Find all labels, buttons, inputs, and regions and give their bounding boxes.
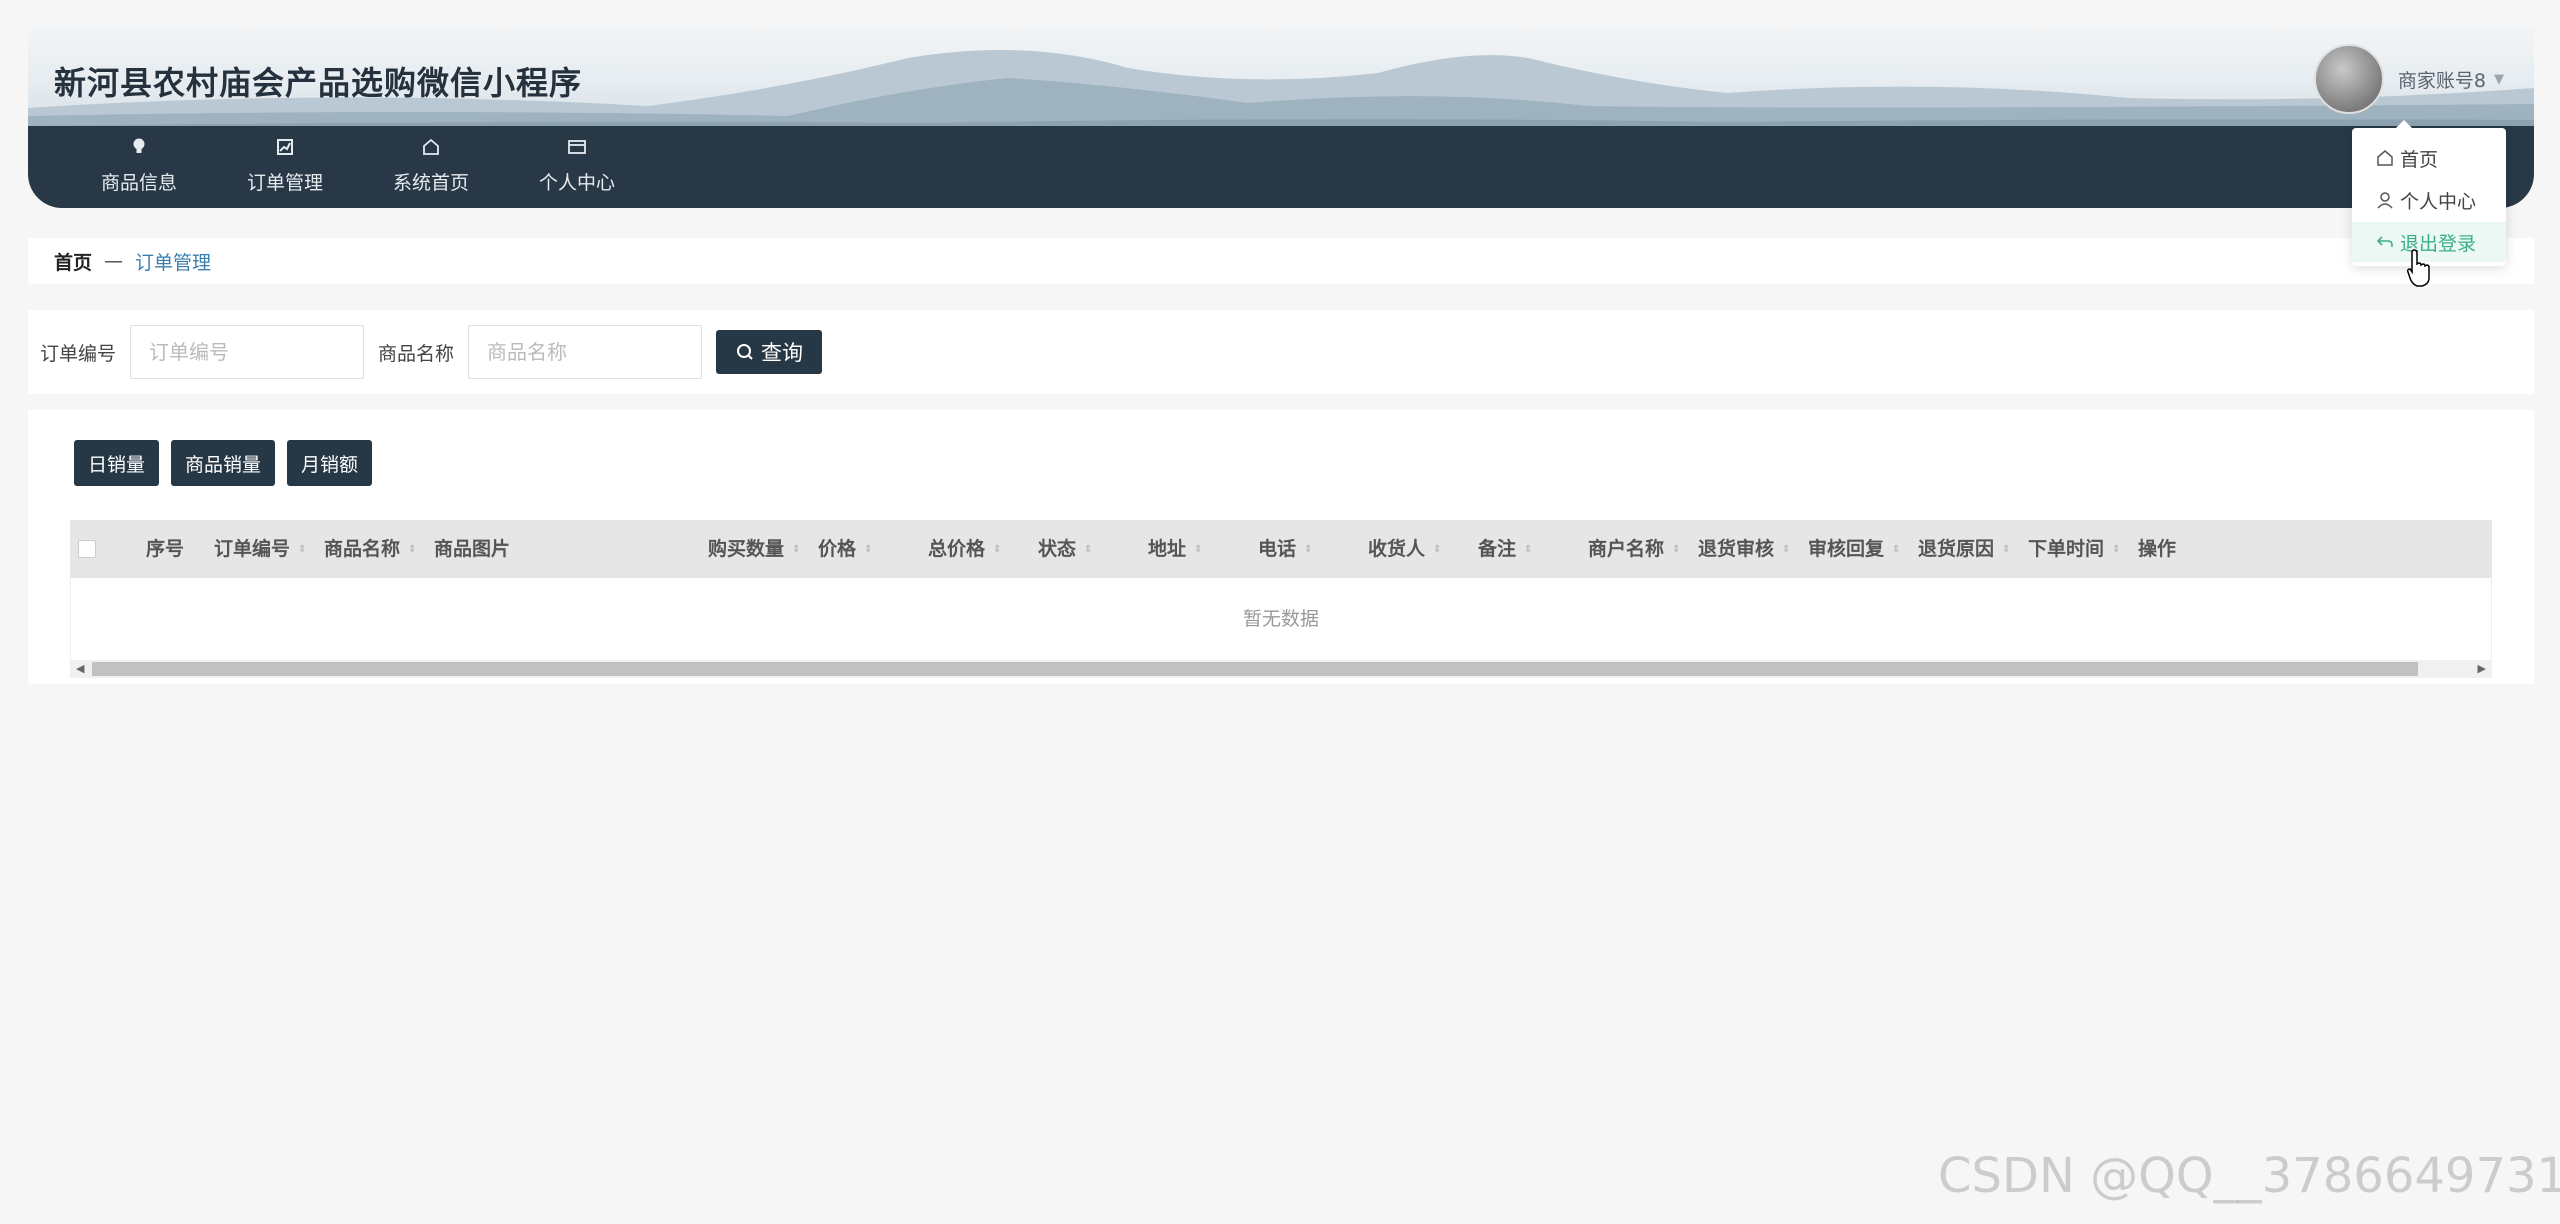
daily-sales-button[interactable]: 日销量 xyxy=(74,440,160,486)
caret-down-icon[interactable]: ▼ xyxy=(2494,72,2504,87)
sort-icon: ⇕ xyxy=(864,543,873,555)
nav-item-product-info[interactable]: 商品信息 xyxy=(66,126,212,208)
sort-icon: ⇕ xyxy=(1782,543,1791,555)
breadcrumb: 首页 — 订单管理 xyxy=(28,238,2534,284)
sort-icon: ⇕ xyxy=(2002,543,2011,555)
user-icon xyxy=(2377,192,2393,209)
username[interactable]: 商家账号8 xyxy=(2398,66,2486,93)
column-header[interactable]: 状态 ⇕ xyxy=(1038,520,1092,578)
sort-icon: ⇕ xyxy=(1304,543,1313,555)
column-header[interactable]: 总价格 ⇕ xyxy=(928,520,1001,578)
column-header: 操作 xyxy=(2138,538,2177,560)
scrollbar-thumb[interactable] xyxy=(92,662,2418,676)
product-sales-button[interactable]: 商品销量 xyxy=(171,440,276,486)
user-dropdown-menu: 首页 个人中心 退出登录 xyxy=(2352,120,2506,266)
sort-icon: ⇕ xyxy=(1892,543,1901,555)
table-header: 序号 订单编号 ⇕ 商品名称 ⇕ 商品图片 购买数量 ⇕ 价格 ⇕ 总价格 ⇕ 状态 ⇕ 地… xyxy=(70,520,2492,578)
hand-cursor-icon xyxy=(2407,249,2430,287)
watermark: CSDN @QQ__3786649731 xyxy=(1938,1148,2560,1204)
column-header[interactable]: 退货审核 ⇕ xyxy=(1698,520,1790,578)
breadcrumb-current: 订单管理 xyxy=(135,251,212,274)
sort-icon: ⇕ xyxy=(792,543,801,555)
search-button[interactable]: 查询 xyxy=(716,330,823,374)
nav-item-system-home[interactable]: 系统首页 xyxy=(358,126,504,208)
mountain-banner: 新河县农村庙会产品选购微信小程序 商家账号8 ▼ xyxy=(28,28,2534,126)
top-header: 新河县农村庙会产品选购微信小程序 商家账号8 ▼ 商品信息 订单管理 系统首页 xyxy=(28,28,2534,208)
empty-state-text: 暂无数据 xyxy=(70,578,2492,660)
home-icon xyxy=(423,138,439,155)
orders-table: 序号 订单编号 ⇕ 商品名称 ⇕ 商品图片 购买数量 ⇕ 价格 ⇕ 总价格 ⇕ 状态 ⇕ 地… xyxy=(70,520,2492,678)
nav-label: 系统首页 xyxy=(392,172,469,194)
column-header: 序号 xyxy=(146,538,185,560)
column-header[interactable]: 商品名称 ⇕ xyxy=(324,520,416,578)
lightbulb-icon xyxy=(133,138,145,153)
stats-button-group: 日销量 商品销量 月销额 xyxy=(74,440,384,486)
nav-label: 个人中心 xyxy=(538,172,615,194)
main-nav: 商品信息 订单管理 系统首页 个人中心 xyxy=(28,126,2534,208)
column-header[interactable]: 订单编号 ⇕ xyxy=(214,520,306,578)
column-header[interactable]: 审核回复 ⇕ xyxy=(1808,520,1900,578)
column-header[interactable]: 退货原因 ⇕ xyxy=(1918,520,2010,578)
scroll-right-arrow-icon[interactable]: ▶ xyxy=(2478,662,2486,675)
sort-icon: ⇕ xyxy=(1194,543,1203,555)
nav-label: 订单管理 xyxy=(246,172,323,194)
dropdown-item-label: 个人中心 xyxy=(2400,190,2477,213)
breadcrumb-separator: — xyxy=(104,250,124,272)
nav-item-order-management[interactable]: 订单管理 xyxy=(212,126,358,208)
sort-icon: ⇕ xyxy=(1433,543,1442,555)
column-header[interactable]: 备注 ⇕ xyxy=(1478,520,1532,578)
column-header[interactable]: 商户名称 ⇕ xyxy=(1588,520,1680,578)
monthly-revenue-button[interactable]: 月销额 xyxy=(287,440,373,486)
breadcrumb-home[interactable]: 首页 xyxy=(54,248,92,275)
sort-icon: ⇕ xyxy=(1084,543,1093,555)
logout-icon xyxy=(2376,236,2393,247)
product-name-input[interactable] xyxy=(468,325,703,379)
search-form: 订单编号 商品名称 查询 xyxy=(28,310,2534,394)
order-no-input[interactable] xyxy=(130,325,365,379)
home-icon xyxy=(2377,150,2393,166)
wallet-icon xyxy=(568,140,586,154)
dropdown-item-personal-center[interactable]: 个人中心 xyxy=(2352,180,2506,220)
user-menu[interactable]: 商家账号8 ▼ xyxy=(2313,44,2504,114)
sort-icon: ⇕ xyxy=(993,543,1002,555)
column-header[interactable]: 收货人 ⇕ xyxy=(1368,520,1441,578)
dropdown-item-label: 首页 xyxy=(2400,148,2439,171)
select-all-checkbox[interactable] xyxy=(78,540,96,558)
sort-icon: ⇕ xyxy=(1524,543,1533,555)
column-header: 商品图片 xyxy=(434,538,511,560)
search-button-label: 查询 xyxy=(761,341,804,365)
app-title: 新河县农村庙会产品选购微信小程序 xyxy=(54,64,583,102)
search-icon xyxy=(737,344,753,360)
nav-item-personal-center[interactable]: 个人中心 xyxy=(504,126,650,208)
avatar[interactable] xyxy=(2313,44,2384,114)
order-panel: 日销量 商品销量 月销额 序号 订单编号 ⇕ 商品名称 ⇕ 商品图片 购买数量 ⇕ 价… xyxy=(28,410,2534,684)
scroll-left-arrow-icon[interactable]: ◀ xyxy=(76,662,84,675)
column-header[interactable]: 价格 ⇕ xyxy=(818,520,872,578)
order-no-label: 订单编号 xyxy=(40,342,117,365)
column-header[interactable]: 电话 ⇕ xyxy=(1258,520,1312,578)
column-header[interactable]: 地址 ⇕ xyxy=(1148,520,1202,578)
chart-icon xyxy=(277,139,293,155)
sort-icon: ⇕ xyxy=(298,543,307,555)
dropdown-item-home[interactable]: 首页 xyxy=(2352,138,2506,178)
sort-icon: ⇕ xyxy=(408,543,417,555)
column-header[interactable]: 购买数量 ⇕ xyxy=(708,520,800,578)
sort-icon: ⇕ xyxy=(2112,543,2121,555)
sort-icon: ⇕ xyxy=(1672,543,1681,555)
product-name-label: 商品名称 xyxy=(378,342,455,365)
column-header[interactable]: 下单时间 ⇕ xyxy=(2028,520,2120,578)
nav-label: 商品信息 xyxy=(100,172,177,194)
horizontal-scrollbar[interactable]: ◀ ▶ xyxy=(70,660,2492,678)
